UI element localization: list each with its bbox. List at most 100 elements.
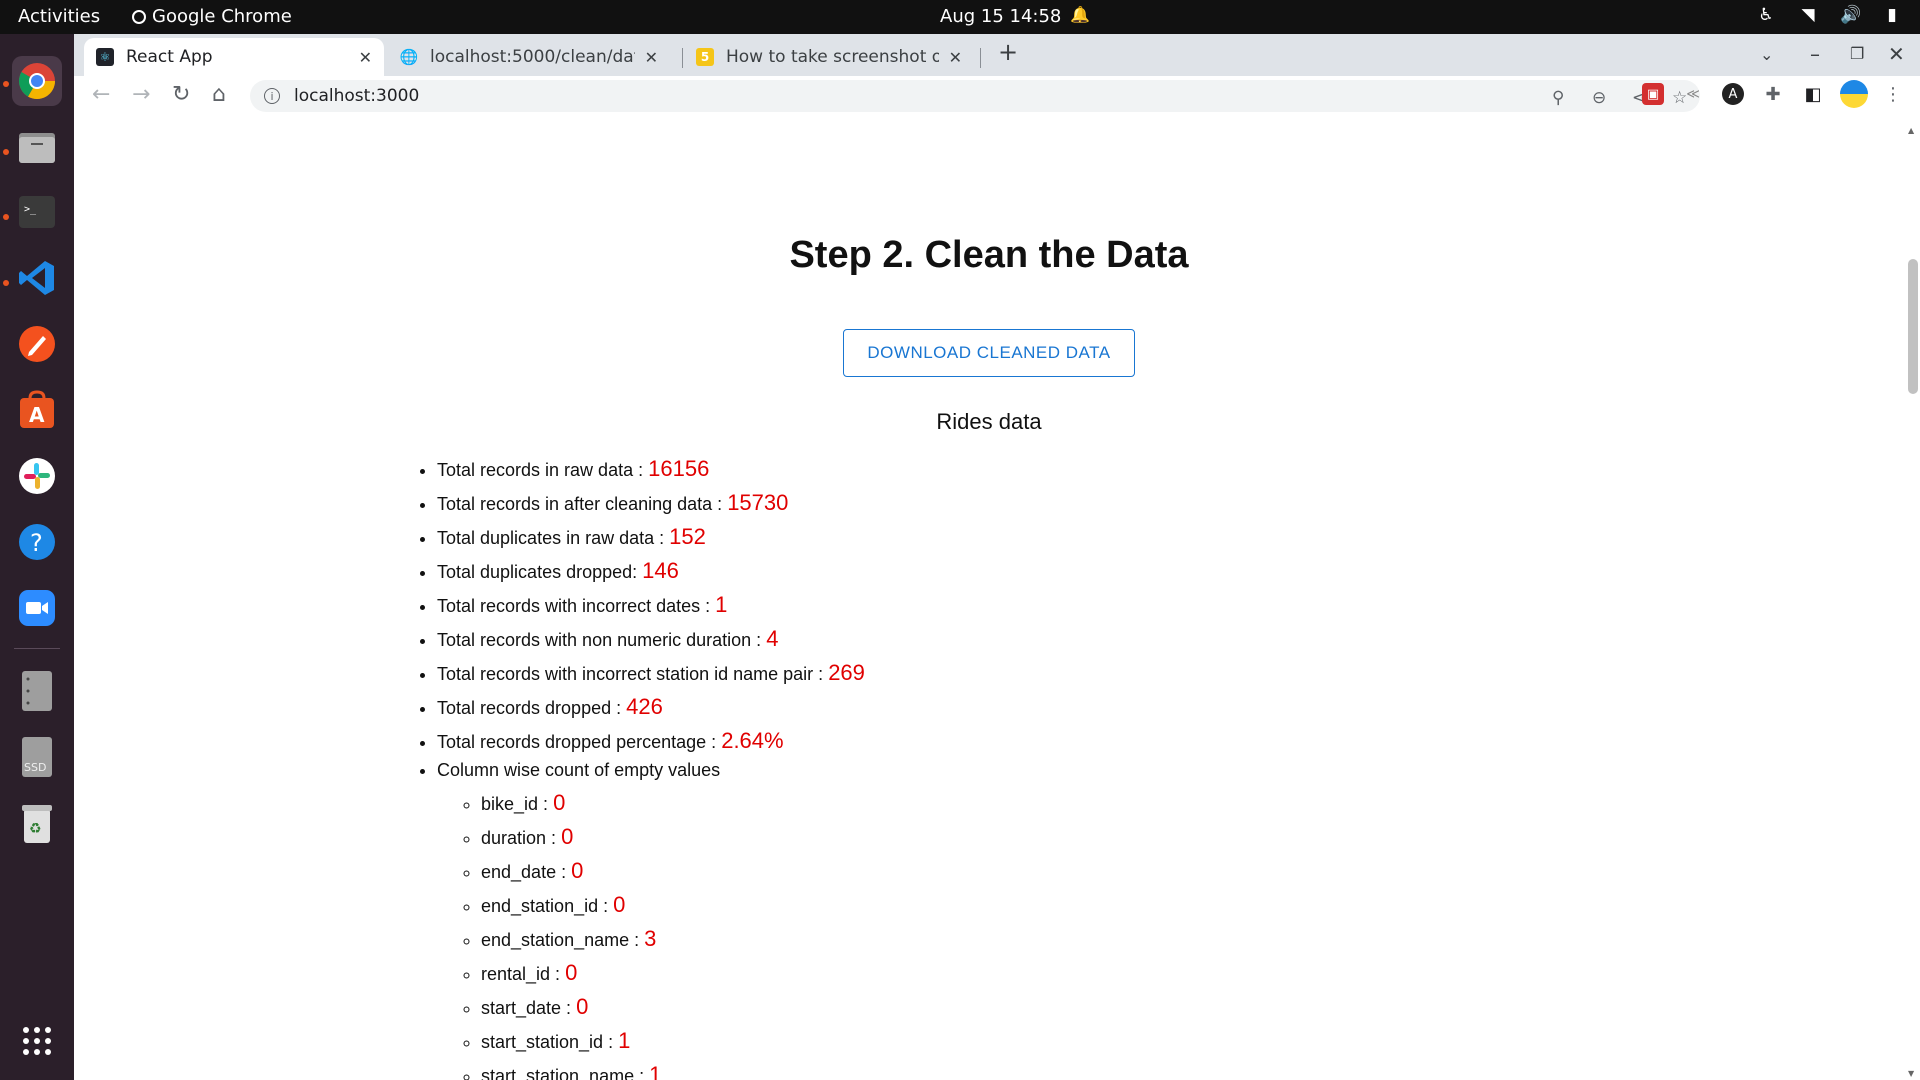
- list-item: Total records dropped percentage : 2.64%: [437, 724, 865, 758]
- home-button[interactable]: ⌂: [212, 82, 226, 107]
- files-icon[interactable]: [12, 122, 62, 172]
- terminal-icon[interactable]: >_: [12, 187, 62, 237]
- volume-icon[interactable]: 🔊: [1840, 5, 1861, 25]
- page-viewport: Step 2. Clean the Data DOWNLOAD CLEANED …: [74, 124, 1920, 1080]
- trash-icon[interactable]: ♻: [12, 798, 62, 848]
- accessibility-icon[interactable]: ♿: [1756, 5, 1776, 25]
- column-label: duration :: [481, 828, 557, 848]
- list-item: Total records dropped : 426: [437, 690, 865, 724]
- app-menu-label: Google Chrome: [152, 6, 292, 27]
- svg-text:A: A: [29, 403, 45, 427]
- battery-icon[interactable]: ▮: [1882, 5, 1902, 25]
- tab-title: React App: [126, 47, 213, 67]
- new-tab-button[interactable]: +: [998, 38, 1018, 66]
- stat-value: 152: [669, 524, 706, 549]
- pen-tool-icon[interactable]: [12, 319, 62, 369]
- stat-label: Total records dropped :: [437, 698, 622, 718]
- column-wise-label: Column wise count of empty values: [437, 760, 721, 780]
- extensions-puzzle-icon[interactable]: ✚: [1762, 83, 1784, 105]
- address-bar[interactable]: i localhost:3000 ⚲ ⊖ ⋖ ☆: [250, 80, 1700, 112]
- svg-text:>_: >_: [24, 204, 37, 215]
- svg-text:♻: ♻: [29, 821, 42, 837]
- wifi-icon[interactable]: ◥: [1798, 5, 1818, 25]
- column-value: 0: [613, 892, 626, 917]
- app-grid-icon[interactable]: [12, 1016, 62, 1066]
- scrollbar-thumb[interactable]: [1908, 259, 1918, 394]
- zoom-out-icon[interactable]: ⊖: [1592, 88, 1606, 108]
- column-value: 3: [644, 926, 657, 951]
- site-info-icon[interactable]: i: [264, 88, 280, 104]
- stat-label: Total records with non numeric duration …: [437, 630, 762, 650]
- column-wise-item: Column wise count of empty values bike_i…: [437, 758, 865, 1080]
- stat-label: Total duplicates dropped:: [437, 562, 638, 582]
- help-icon[interactable]: ?: [12, 517, 62, 567]
- scroll-down-arrow-icon[interactable]: ▼: [1908, 1069, 1914, 1078]
- app-store-icon[interactable]: A: [12, 385, 62, 435]
- angular-extension-icon[interactable]: A: [1722, 83, 1744, 105]
- stat-label: Total records with incorrect station id …: [437, 664, 824, 684]
- section-title: Rides data: [936, 409, 1042, 434]
- chrome-icon[interactable]: [12, 56, 62, 106]
- list-item: start_station_name : 1: [481, 1058, 865, 1080]
- system-tray[interactable]: ♿ ◥ 🔊 ▮: [1756, 5, 1902, 25]
- chrome-window: ⚛ React App ✕ 🌐 localhost:5000/clean/dat…: [74, 34, 1920, 1080]
- page-scrollbar[interactable]: ▲ ▼: [1904, 124, 1920, 1080]
- running-indicator: [3, 81, 9, 87]
- minimize-button[interactable]: –: [1810, 42, 1820, 66]
- running-indicator: [3, 280, 9, 286]
- stat-value: 426: [626, 694, 663, 719]
- reload-button[interactable]: ↻: [172, 82, 190, 107]
- stat-label: Total duplicates in raw data :: [437, 528, 665, 548]
- url-text: localhost:3000: [294, 86, 420, 106]
- list-item: duration : 0: [481, 820, 865, 854]
- column-label: bike_id :: [481, 794, 549, 814]
- disk-icon[interactable]: [12, 666, 62, 716]
- stat-label: Total records dropped percentage :: [437, 732, 717, 752]
- system-top-bar: Activities Google Chrome Aug 15 14:58 🔔 …: [0, 0, 1920, 34]
- extension-red-icon[interactable]: ▣: [1642, 83, 1664, 105]
- list-item: end_station_name : 3: [481, 922, 865, 956]
- extension-arrow-icon[interactable]: ≪: [1682, 83, 1704, 105]
- notification-bell-icon[interactable]: 🔔: [1070, 5, 1090, 24]
- vscode-icon[interactable]: [12, 253, 62, 303]
- tab-close-icon[interactable]: ✕: [949, 48, 962, 67]
- tab-close-icon[interactable]: ✕: [645, 48, 658, 67]
- download-cleaned-data-button[interactable]: DOWNLOAD CLEANED DATA: [843, 329, 1135, 377]
- stat-label: Total records with incorrect dates :: [437, 596, 711, 616]
- column-value: 1: [649, 1062, 662, 1080]
- running-indicator: [3, 149, 9, 155]
- tab-localhost-5000[interactable]: 🌐 localhost:5000/clean/data ✕: [388, 38, 670, 76]
- clock[interactable]: Aug 15 14:58: [940, 6, 1061, 27]
- tab-how-to-screenshot[interactable]: 5 How to take screenshot o ✕: [684, 38, 974, 76]
- column-label: end_station_name :: [481, 930, 640, 950]
- close-window-button[interactable]: ✕: [1888, 42, 1905, 66]
- list-item: end_date : 0: [481, 854, 865, 888]
- column-value: 0: [576, 994, 589, 1019]
- restore-button[interactable]: ❐: [1850, 44, 1864, 63]
- profile-avatar[interactable]: [1840, 80, 1868, 108]
- column-label: end_date :: [481, 862, 567, 882]
- svg-text:SSD: SSD: [24, 761, 46, 774]
- forward-button[interactable]: →: [132, 82, 150, 107]
- back-button[interactable]: ←: [92, 82, 110, 107]
- slack-icon[interactable]: [12, 451, 62, 501]
- location-icon[interactable]: ⚲: [1552, 88, 1564, 108]
- dock: >_ A ? SSD ♻: [0, 34, 74, 1080]
- browser-toolbar: ← → ↻ ⌂ i localhost:3000 ⚲ ⊖ ⋖ ☆ ▣ ≪ A ✚…: [74, 76, 1920, 116]
- scroll-up-arrow-icon[interactable]: ▲: [1908, 126, 1914, 135]
- tab-react-app[interactable]: ⚛ React App ✕: [84, 38, 384, 76]
- chrome-menu-icon[interactable]: ⋮: [1882, 83, 1904, 105]
- stat-value: 269: [828, 660, 865, 685]
- app-menu[interactable]: Google Chrome: [132, 6, 292, 27]
- column-label: rental_id :: [481, 964, 561, 984]
- list-item: bike_id : 0: [481, 786, 865, 820]
- tab-search-chevron-icon[interactable]: ⌄: [1760, 45, 1773, 64]
- list-item: Total records in raw data : 16156: [437, 452, 865, 486]
- side-panel-icon[interactable]: ◧: [1802, 83, 1824, 105]
- column-value: 0: [561, 824, 574, 849]
- activities-button[interactable]: Activities: [18, 6, 100, 27]
- tab-close-icon[interactable]: ✕: [359, 48, 372, 67]
- ssd-icon[interactable]: SSD: [12, 732, 62, 782]
- column-value: 0: [565, 960, 578, 985]
- zoom-icon[interactable]: [12, 583, 62, 633]
